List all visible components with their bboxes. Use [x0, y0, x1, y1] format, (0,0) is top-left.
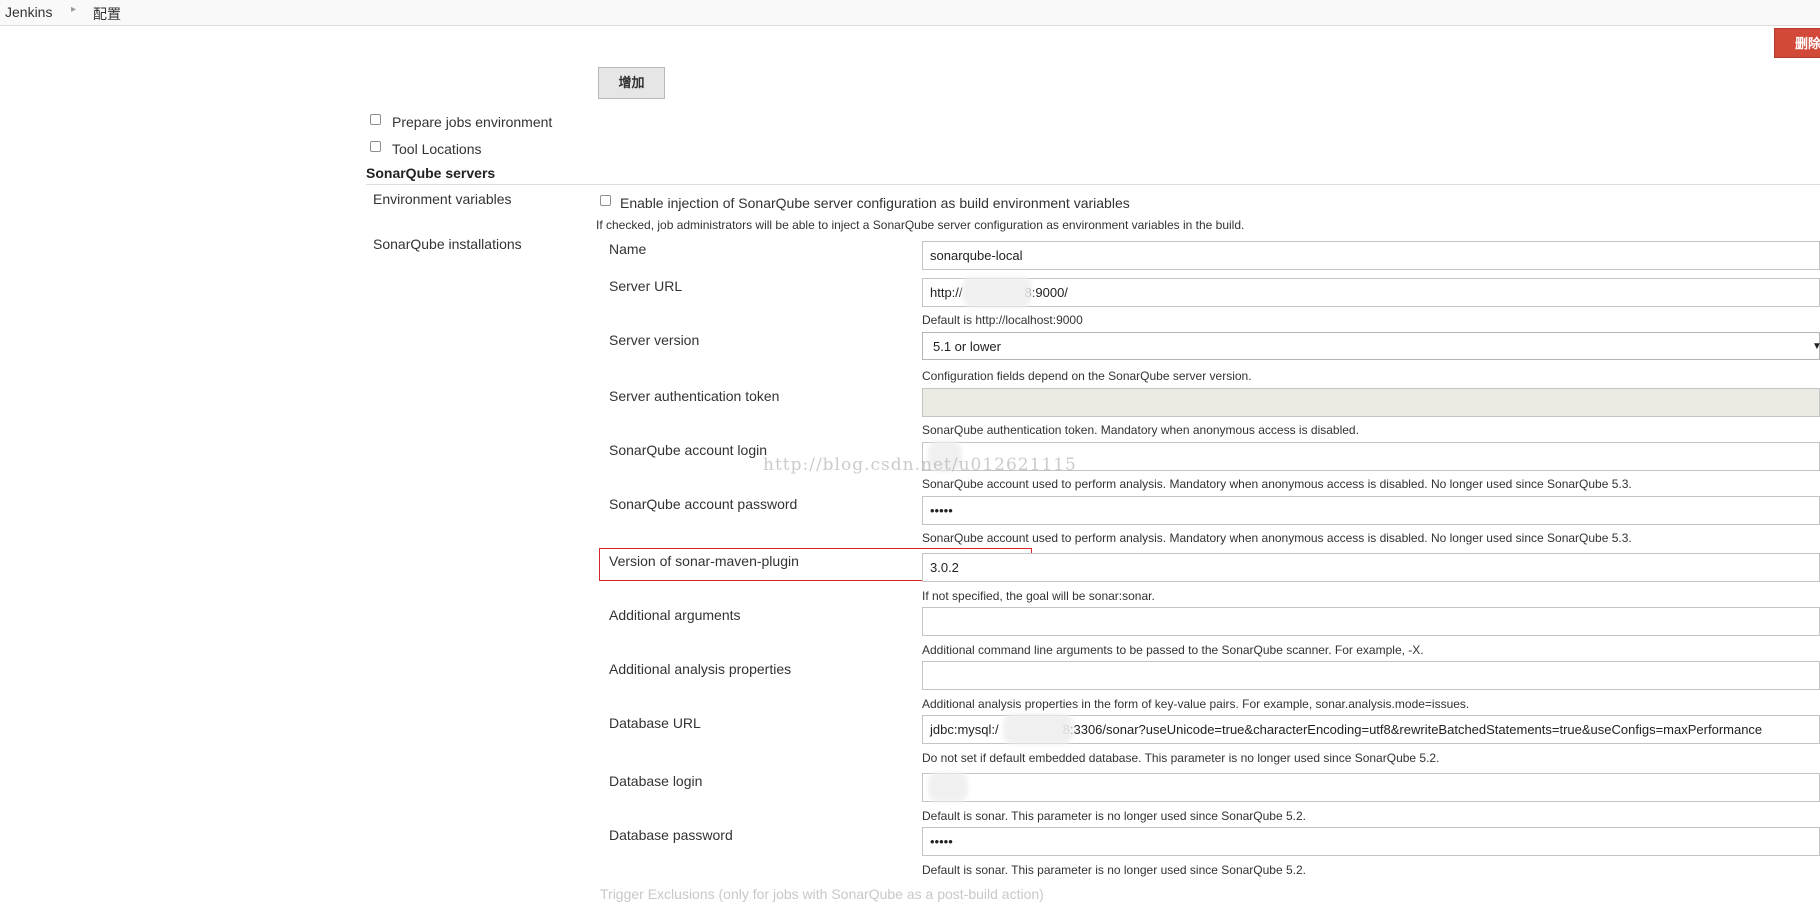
chevron-down-icon[interactable]: ▼ — [1812, 341, 1820, 352]
account-login-label: SonarQube account login — [609, 442, 767, 458]
database-url-suffix: 8:3306/sonar?useUnicode=true&characterEn… — [1062, 722, 1763, 737]
watermark-text: http://blog.csdn.net/u012621115 — [763, 455, 1077, 475]
name-label: Name — [609, 241, 647, 257]
breadcrumb-current[interactable]: 配置 — [93, 4, 121, 24]
server-url-label: Server URL — [609, 278, 683, 294]
server-url-help: Default is http://localhost:9000 — [922, 313, 1083, 327]
maven-plugin-input[interactable]: 3.0.2 — [922, 553, 1820, 582]
database-login-help: Default is sonar. This parameter is no l… — [922, 809, 1306, 823]
trigger-exclusions-label: Trigger Exclusions (only for jobs with S… — [600, 886, 1044, 902]
tool-locations-label: Tool Locations — [392, 141, 482, 157]
database-url-prefix: jdbc:mysql:/ — [930, 722, 999, 737]
delete-button[interactable]: 删除 — [1774, 28, 1820, 58]
additional-arguments-input[interactable] — [922, 607, 1820, 636]
prepare-jobs-environment-checkbox[interactable] — [370, 114, 381, 125]
breadcrumb-bar: Jenkins ▸ 配置 — [0, 0, 1820, 26]
database-password-help: Default is sonar. This parameter is no l… — [922, 863, 1306, 877]
database-password-label: Database password — [609, 827, 733, 843]
analysis-properties-help: Additional analysis properties in the fo… — [922, 697, 1470, 711]
database-login-label: Database login — [609, 773, 703, 789]
sonarqube-installations-label: SonarQube installations — [373, 236, 522, 252]
breadcrumb-jenkins[interactable]: Jenkins — [5, 4, 52, 20]
server-url-prefix: http:// — [930, 285, 963, 300]
section-divider — [366, 184, 1820, 185]
breadcrumb-separator-icon: ▸ — [71, 4, 77, 15]
enable-injection-checkbox[interactable] — [600, 195, 611, 206]
account-password-help: SonarQube account used to perform analys… — [922, 531, 1632, 545]
analysis-properties-input[interactable] — [922, 661, 1820, 690]
additional-arguments-help: Additional command line arguments to be … — [922, 643, 1424, 657]
server-version-label: Server version — [609, 332, 700, 348]
database-login-input[interactable] — [922, 773, 1820, 802]
add-button[interactable]: 增加 — [598, 67, 665, 99]
prepare-jobs-environment-label: Prepare jobs environment — [392, 114, 553, 130]
redaction-blur — [1003, 714, 1073, 744]
tool-locations-checkbox[interactable] — [370, 141, 381, 152]
maven-plugin-label: Version of sonar-maven-plugin — [609, 553, 799, 569]
enable-injection-label: Enable injection of SonarQube server con… — [620, 195, 1130, 211]
account-login-help: SonarQube account used to perform analys… — [922, 477, 1632, 491]
account-password-input[interactable]: ••••• — [922, 496, 1820, 525]
database-url-label: Database URL — [609, 715, 701, 731]
database-url-help: Do not set if default embedded database.… — [922, 751, 1440, 765]
maven-plugin-help: If not specified, the goal will be sonar… — [922, 589, 1155, 603]
section-title-sonarqube-servers: SonarQube servers — [366, 165, 496, 181]
redaction-blur — [928, 772, 968, 802]
environment-variables-label: Environment variables — [373, 191, 512, 207]
name-input[interactable]: sonarqube-local — [922, 241, 1820, 270]
server-version-select[interactable]: 5.1 or lower — [922, 332, 1820, 360]
server-url-input[interactable]: http://8:9000/ — [922, 278, 1820, 307]
additional-arguments-label: Additional arguments — [609, 607, 741, 623]
auth-token-label: Server authentication token — [609, 388, 780, 404]
account-password-label: SonarQube account password — [609, 496, 798, 512]
redaction-blur — [962, 277, 1032, 307]
analysis-properties-label: Additional analysis properties — [609, 661, 792, 677]
auth-token-input[interactable] — [922, 388, 1820, 417]
enable-injection-help: If checked, job administrators will be a… — [596, 218, 1245, 232]
server-version-help: Configuration fields depend on the Sonar… — [922, 369, 1252, 383]
database-password-input[interactable]: ••••• — [922, 827, 1820, 856]
auth-token-help: SonarQube authentication token. Mandator… — [922, 423, 1359, 437]
